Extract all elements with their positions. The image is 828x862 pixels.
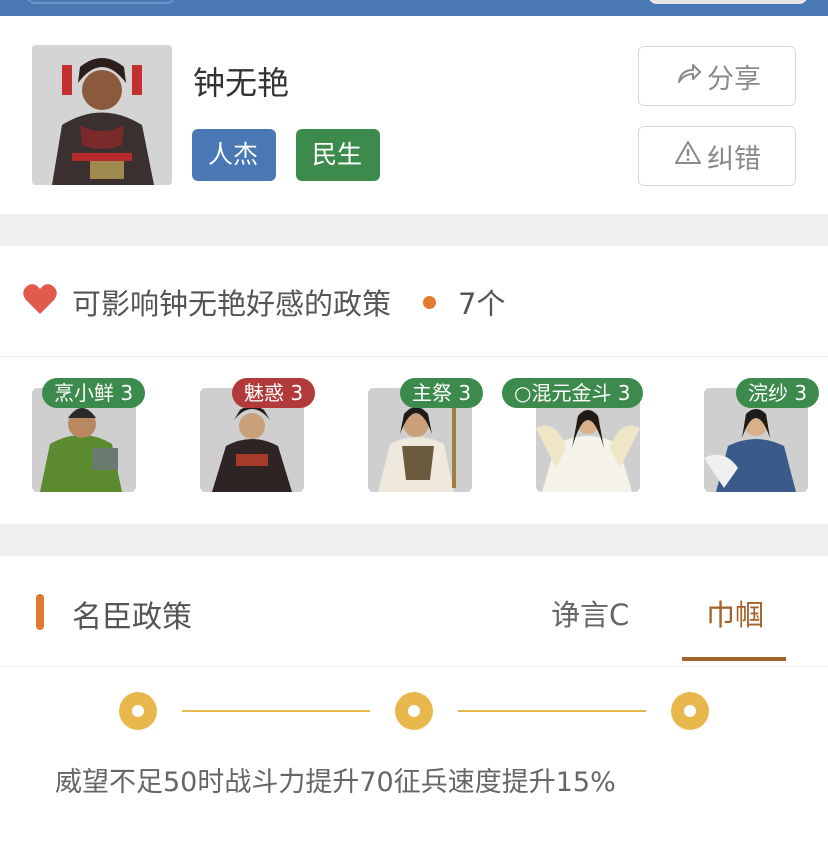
divider [0,666,828,667]
tab-jinguo[interactable]: 巾帼 [706,592,764,634]
policy-badge: 主祭 3 [400,378,484,408]
separator-dot [423,295,437,309]
policies-header: 可影响钟无艳好感的政策 7个 [22,282,505,322]
policy-item-zhuji[interactable]: 主祭 3 [368,378,484,492]
character-name: 钟无艳 [193,64,290,102]
tag-renjie: 人杰 [192,129,276,181]
policy-item-huansha[interactable]: 浣纱 3 [704,378,820,492]
heart-icon [22,283,72,322]
share-label: 分享 [707,63,761,95]
policy-badge: 浣纱 3 [736,378,820,408]
divider [0,356,828,357]
minister-policies-card: 名臣政策 诤言C 巾帼 威望不足50时战斗力提升70征兵速度提升15% [0,556,828,862]
policies-count: 7个 [458,287,506,321]
share-icon [673,58,703,95]
policy-badge: 魅惑 3 [232,378,316,408]
level-node-2[interactable] [395,692,433,730]
level-node-1[interactable] [119,692,157,730]
policies-heading: 可影响钟无艳好感的政策 [72,287,392,321]
warning-icon [673,138,703,175]
report-label: 纠错 [707,143,761,175]
policy-item-meihuo[interactable]: 魅惑 3 [200,378,316,492]
level-connector [182,710,370,712]
top-navigation-bar [0,0,828,16]
section-accent-bar [36,594,44,630]
character-portrait [32,45,172,185]
tab-zhengyan-label: 诤言C [551,598,630,632]
profile-card: 钟无艳 人杰 民生 分享 纠错 [0,16,828,214]
policy-item-hunyuanjindou[interactable]: ○混元金斗 3 [502,378,643,492]
level-node-3[interactable] [671,692,709,730]
nav-pill-left[interactable] [26,0,176,4]
tab-jinguo-label: 巾帼 [706,598,765,632]
policy-badge: ○混元金斗 3 [502,378,643,408]
policy-effect-text: 威望不足50时战斗力提升70征兵速度提升15% [55,767,616,798]
active-tab-indicator [682,657,786,661]
section-title: 名臣政策 [72,600,192,635]
report-error-button[interactable]: 纠错 [638,126,796,186]
level-connector [458,710,646,712]
tab-zhengyan[interactable]: 诤言C [551,592,629,634]
affinity-policies-card: 可影响钟无艳好感的政策 7个 烹小鲜 3 魅惑 3 主祭 3 ○混元金斗 3 浣… [0,246,828,524]
nav-pill-right[interactable] [648,0,808,4]
tag-minsheng: 民生 [296,129,380,181]
policy-badge: 烹小鲜 3 [42,378,146,408]
policy-item-pengxiaoxian[interactable]: 烹小鲜 3 [32,378,146,492]
share-button[interactable]: 分享 [638,46,796,106]
